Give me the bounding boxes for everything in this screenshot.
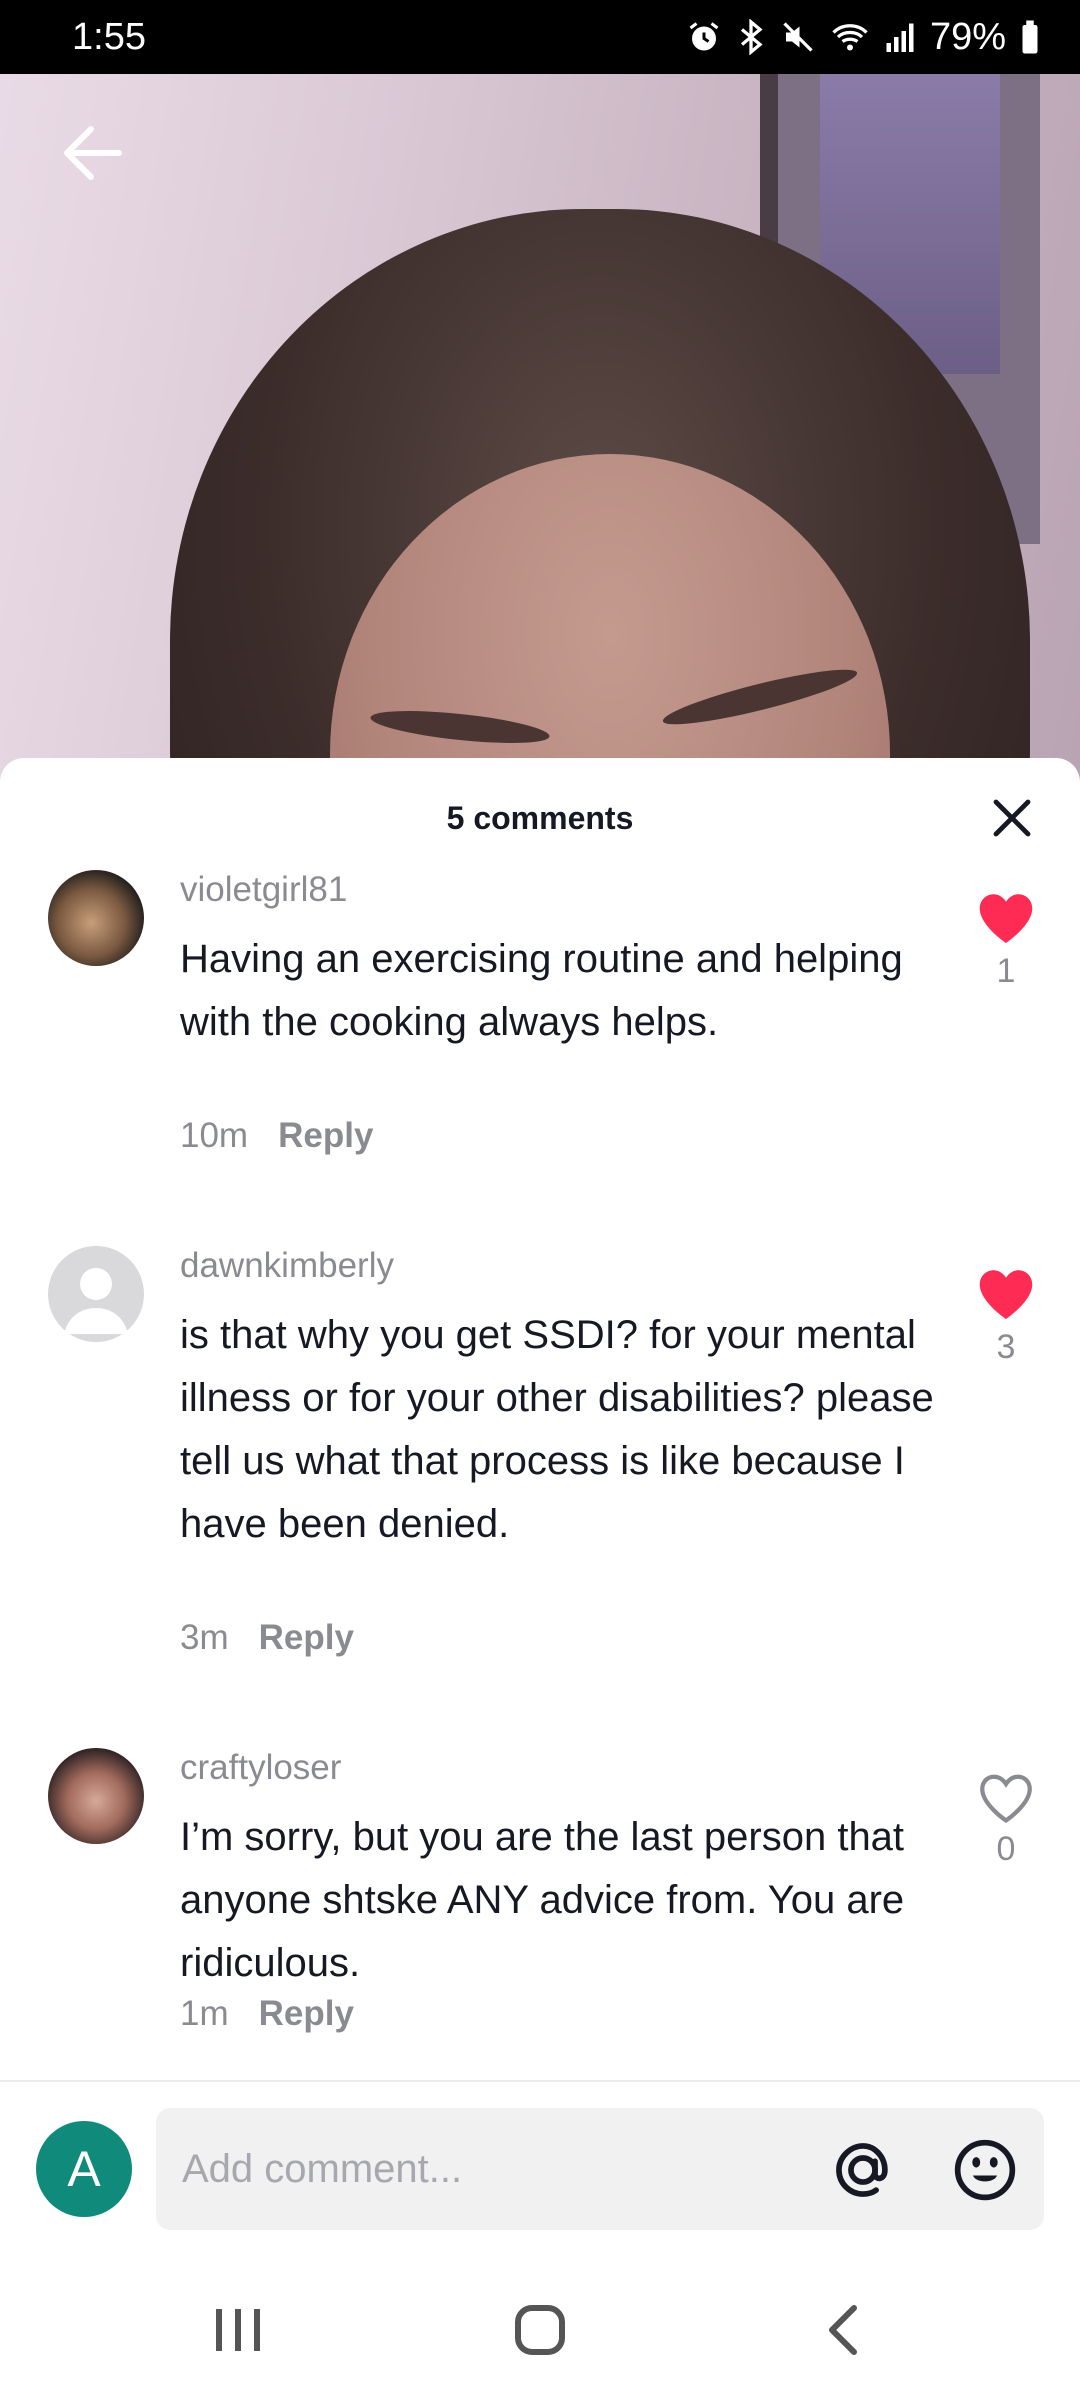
comment-username[interactable]: craftyloser — [180, 1748, 341, 1788]
at-icon — [836, 2143, 888, 2197]
back-button[interactable] — [58, 118, 128, 188]
close-icon — [993, 799, 1031, 837]
back-nav-button[interactable] — [802, 2290, 882, 2370]
recents-button[interactable] — [198, 2290, 278, 2370]
avatar[interactable] — [48, 1246, 144, 1342]
mute-icon — [783, 22, 813, 52]
default-avatar-icon — [64, 1268, 128, 1334]
divider — [0, 2080, 1080, 2082]
comment-time: 1m — [180, 1994, 229, 2033]
reply-button[interactable]: Reply — [259, 1618, 354, 1658]
comment-input[interactable] — [156, 2108, 1044, 2230]
comment-meta: 3m Reply — [180, 1618, 354, 1658]
back-chevron-icon — [829, 2305, 857, 2355]
status-time: 1:55 — [72, 15, 146, 58]
reply-button[interactable]: Reply — [259, 1994, 354, 2034]
battery-icon — [1022, 20, 1038, 54]
comment-meta: 1m Reply — [180, 1994, 354, 2034]
like-count: 0 — [996, 1830, 1016, 1868]
video-background[interactable] — [0, 74, 1080, 794]
emoji-icon — [954, 2139, 1016, 2201]
recents-icon — [216, 2309, 260, 2351]
sheet-header: 5 comments — [0, 758, 1080, 878]
comment-time: 3m — [180, 1618, 229, 1657]
like-count: 1 — [996, 952, 1016, 990]
bluetooth-icon — [740, 19, 763, 55]
comment-text: is that why you get SSDI? for your menta… — [180, 1313, 934, 1546]
screen: 1:55 79% 5 comments violetgirl81 Having … — [0, 0, 1080, 2400]
comments-count-title: 5 comments — [446, 799, 634, 836]
like-count: 3 — [996, 1328, 1016, 1366]
comment-username[interactable]: violetgirl81 — [180, 870, 347, 910]
system-nav-bar — [0, 2250, 1080, 2400]
status-bar: 1:55 79% — [0, 0, 1080, 74]
avatar[interactable] — [48, 1748, 144, 1844]
reply-button[interactable]: Reply — [278, 1116, 373, 1156]
emoji-button[interactable] — [950, 2135, 1020, 2205]
user-avatar[interactable]: A — [36, 2121, 132, 2217]
comment-username[interactable]: dawnkimberly — [180, 1246, 394, 1286]
home-icon — [515, 2305, 565, 2355]
alarm-icon — [689, 22, 719, 51]
mention-button[interactable] — [828, 2135, 898, 2205]
heart-outline-icon[interactable] — [976, 1770, 1036, 1826]
comment-time: 10m — [180, 1116, 249, 1155]
heart-filled-icon[interactable] — [976, 1266, 1036, 1322]
battery-percent: 79% — [929, 15, 1006, 58]
home-button[interactable] — [500, 2290, 580, 2370]
comment-text: I’m sorry, but you are the last person t… — [180, 1815, 905, 1985]
avatar[interactable] — [48, 870, 144, 966]
status-icons: 79% — [686, 16, 1040, 59]
close-button[interactable] — [984, 790, 1040, 846]
back-arrow-icon — [64, 126, 122, 180]
wifi-icon — [832, 24, 868, 51]
heart-filled-icon[interactable] — [976, 890, 1036, 946]
comment-meta: 10m Reply — [180, 1116, 373, 1156]
comment-text: Having an exercising routine and helping… — [180, 937, 903, 1044]
signal-icon — [886, 23, 914, 52]
